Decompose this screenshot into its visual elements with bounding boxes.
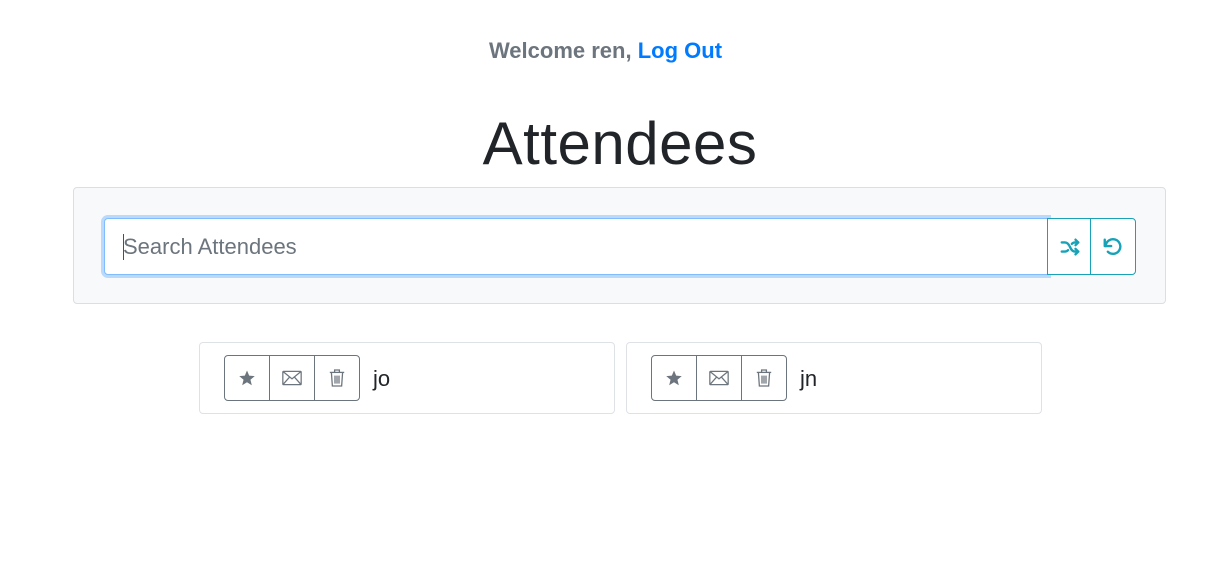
welcome-text: Welcome ren [488, 38, 626, 63]
attendee-name: jn [800, 366, 818, 391]
star-icon [666, 370, 682, 386]
search-input[interactable] [104, 218, 1048, 275]
search-panel [73, 187, 1166, 304]
trash-icon [756, 369, 772, 387]
envelope-icon [282, 370, 302, 386]
undo-icon [1103, 237, 1122, 255]
attendee-card: jo [199, 342, 615, 414]
delete-button[interactable] [314, 355, 360, 401]
attendee-actions [224, 355, 360, 401]
reset-button[interactable] [1090, 218, 1136, 275]
shuffle-icon [1060, 237, 1080, 256]
star-icon [239, 370, 255, 386]
favorite-button[interactable] [651, 355, 697, 401]
welcome-separator: , [625, 38, 632, 63]
favorite-button[interactable] [224, 355, 270, 401]
email-button[interactable] [696, 355, 742, 401]
attendee-actions [651, 355, 787, 401]
delete-button[interactable] [741, 355, 787, 401]
attendee-card: jn [626, 342, 1042, 414]
email-button[interactable] [269, 355, 315, 401]
page-title: Attendees [482, 110, 758, 177]
logout-link[interactable]: Log Out [638, 38, 722, 63]
shuffle-button[interactable] [1047, 218, 1093, 275]
trash-icon [329, 369, 345, 387]
text-caret [123, 234, 124, 260]
attendee-name: jo [373, 366, 391, 391]
envelope-icon [709, 370, 729, 386]
welcome-bar: Welcome ren, Log Out [0, 36, 1211, 66]
